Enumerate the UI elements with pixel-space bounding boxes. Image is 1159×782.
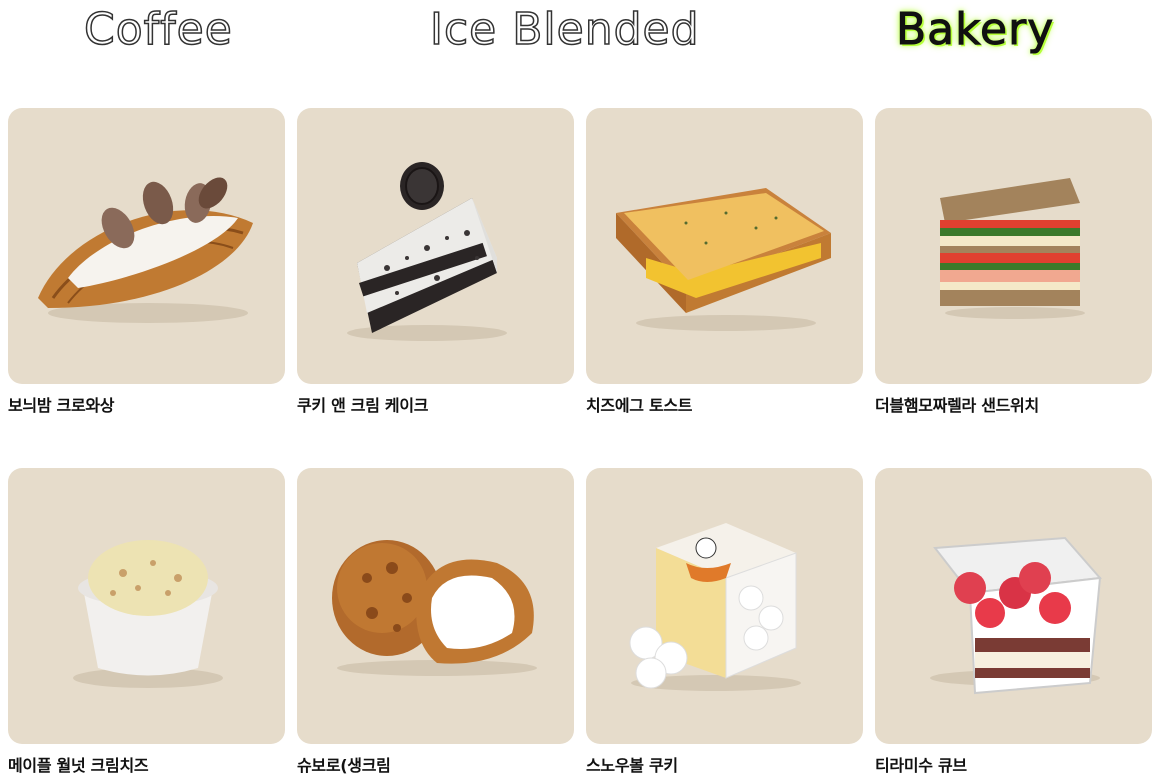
tab-bakery[interactable]: Bakery: [895, 2, 1054, 58]
product-image-snowball-cookie: [586, 468, 863, 744]
product-image-cookie-cream-cake: [297, 108, 574, 384]
product-image-maple-walnut-cream-cheese: [8, 468, 285, 744]
product-card[interactable]: 티라미수 큐브: [875, 468, 1152, 775]
product-name: 쿠키 앤 크림 케이크: [297, 396, 429, 415]
product-image-cheese-egg-toast: [586, 108, 863, 384]
category-tabs: Coffee Ice Blended Bakery: [0, 0, 1159, 70]
product-name: 더블햄모짜렐라 샌드위치: [875, 396, 1039, 415]
product-card[interactable]: 스노우볼 쿠키: [586, 468, 863, 775]
product-card[interactable]: 슈보로(생크림: [297, 468, 574, 775]
product-name: 메이플 월넛 크림치즈: [8, 756, 149, 775]
product-card[interactable]: 쿠키 앤 크림 케이크: [297, 108, 574, 415]
product-card[interactable]: 치즈에그 토스트: [586, 108, 863, 415]
product-image-tiramisu-cube: [875, 468, 1152, 744]
product-name: 치즈에그 토스트: [586, 396, 693, 415]
product-name: 티라미수 큐브: [875, 756, 967, 775]
product-name: 보늬밤 크로와상: [8, 396, 115, 415]
product-name: 슈보로(생크림: [297, 756, 391, 775]
product-card[interactable]: 메이플 월넛 크림치즈: [8, 468, 285, 775]
product-image-croissant: [8, 108, 285, 384]
tab-coffee[interactable]: Coffee: [83, 2, 233, 58]
product-name: 스노우볼 쿠키: [586, 756, 678, 775]
product-card[interactable]: 더블햄모짜렐라 샌드위치: [875, 108, 1152, 415]
product-image-ham-mozzarella-sandwich: [875, 108, 1152, 384]
tab-ice-blended[interactable]: Ice Blended: [429, 2, 700, 58]
product-card[interactable]: 보늬밤 크로와상: [8, 108, 285, 415]
product-image-choux-cream: [297, 468, 574, 744]
